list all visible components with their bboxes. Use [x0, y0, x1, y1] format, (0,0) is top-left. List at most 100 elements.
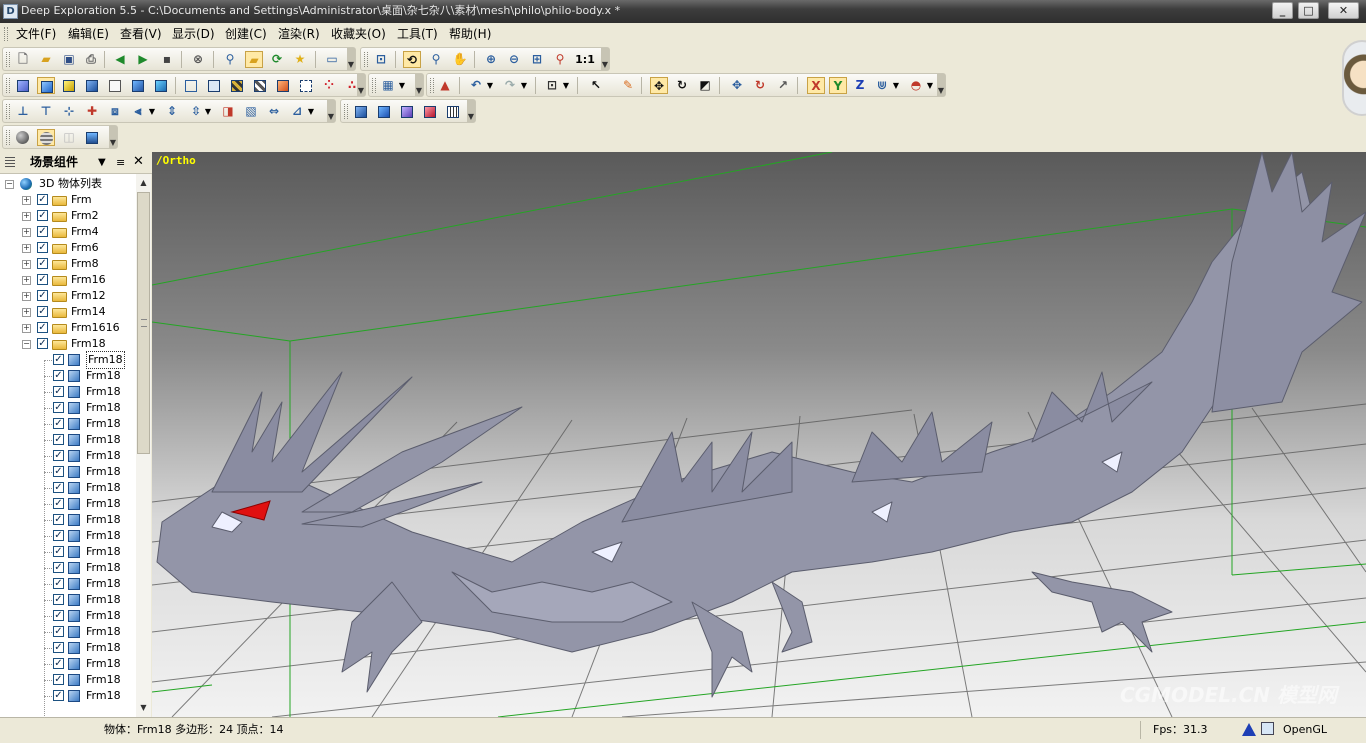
toolbar-overflow-icon[interactable]: ▼ [109, 126, 117, 148]
menu-help[interactable]: 帮助(H) [449, 27, 491, 42]
axis-z-button[interactable]: Z [851, 77, 869, 94]
menu-render[interactable]: 渲染(R) [278, 27, 320, 42]
visibility-checkbox[interactable]: ✓ [37, 274, 48, 285]
visibility-checkbox[interactable]: ✓ [53, 546, 64, 557]
back-icon[interactable]: ◀ [111, 51, 129, 68]
visibility-checkbox[interactable]: ✓ [37, 258, 48, 269]
expand-icon[interactable]: + [22, 260, 31, 269]
wire-cube-icon[interactable] [182, 77, 200, 94]
menu-view[interactable]: 查看(V) [120, 27, 162, 42]
visibility-checkbox[interactable]: ✓ [53, 498, 64, 509]
zoom-in-icon[interactable]: ⊕ [482, 51, 500, 68]
visibility-checkbox[interactable]: ✓ [53, 530, 64, 541]
visibility-checkbox[interactable]: ✓ [53, 626, 64, 637]
measure-dropdown-icon[interactable]: ▼ [306, 103, 316, 120]
preview-icon[interactable]: ⊡ [372, 51, 390, 68]
visibility-checkbox[interactable]: ✓ [37, 226, 48, 237]
plane-icon[interactable]: ◫ [60, 129, 78, 146]
zoom-out-icon[interactable]: ⊖ [505, 51, 523, 68]
close-button[interactable]: ✕ [1328, 2, 1359, 19]
smooth-shaded-icon[interactable] [37, 77, 55, 94]
mirror-icon[interactable]: ⫷ [129, 103, 147, 120]
visibility-checkbox[interactable]: ✓ [53, 594, 64, 605]
scroll-down-icon[interactable]: ▼ [137, 701, 150, 715]
visibility-checkbox[interactable]: ✓ [37, 322, 48, 333]
maximize-button[interactable]: □ [1298, 2, 1319, 19]
favorite-star-icon[interactable]: ★ [291, 51, 309, 68]
move-icon[interactable]: ✥ [650, 77, 668, 94]
visibility-checkbox[interactable]: ✓ [53, 610, 64, 621]
toolbar-overflow-icon[interactable]: ▼ [937, 74, 945, 96]
toolbar-overflow-icon[interactable]: ▼ [327, 100, 335, 122]
sphere-icon[interactable] [14, 129, 32, 146]
monitor-icon[interactable] [1261, 722, 1274, 735]
grid-icon[interactable]: ▦ [379, 77, 397, 94]
visibility-checkbox[interactable]: ✓ [53, 370, 64, 381]
visibility-checkbox[interactable]: ✓ [53, 578, 64, 589]
folders-icon[interactable]: ▰ [245, 51, 263, 68]
camera-icon[interactable]: ▪ [158, 51, 176, 68]
wire-box-icon[interactable] [444, 103, 462, 120]
globe-icon[interactable] [37, 129, 55, 146]
menubar-grip[interactable] [4, 27, 8, 41]
bounding-box-icon[interactable] [297, 77, 315, 94]
find-icon[interactable]: ⚲ [221, 51, 239, 68]
light-icon[interactable]: ◓ [907, 77, 925, 94]
blue-box-icon[interactable] [375, 103, 393, 120]
paint-bucket-icon[interactable]: ▲ [436, 77, 454, 94]
toolbar-overflow-icon[interactable]: ▼ [415, 74, 423, 96]
hidden-line-cube-icon[interactable] [205, 77, 223, 94]
pointer-icon[interactable]: ↖ [587, 77, 605, 94]
new-file-icon[interactable]: 🗋 [14, 51, 32, 68]
move-object-icon[interactable]: ✥ [728, 77, 746, 94]
expand-icon[interactable]: + [22, 212, 31, 221]
visibility-checkbox[interactable]: ✓ [53, 450, 64, 461]
visibility-checkbox[interactable]: ✓ [53, 674, 64, 685]
visibility-checkbox[interactable]: ✓ [53, 690, 64, 701]
split-icon[interactable]: ◨ [219, 103, 237, 120]
outline-cube-icon[interactable] [106, 77, 124, 94]
expand-icon[interactable]: + [22, 276, 31, 285]
textured-cube-icon[interactable] [129, 77, 147, 94]
box-primitive-icon[interactable] [352, 103, 370, 120]
blue-cube-icon[interactable] [83, 77, 101, 94]
purple-box-icon[interactable] [398, 103, 416, 120]
visibility-checkbox[interactable]: ✓ [53, 642, 64, 653]
layered-box-icon[interactable] [83, 129, 101, 146]
visibility-checkbox[interactable]: ✓ [53, 658, 64, 669]
save-icon[interactable]: ▣ [60, 51, 78, 68]
collapse-icon[interactable]: − [5, 180, 14, 189]
scale-icon[interactable]: ◩ [696, 77, 714, 94]
align-box-icon[interactable]: ⧈ [106, 103, 124, 120]
visibility-checkbox[interactable]: ✓ [37, 338, 48, 349]
panel-close-icon[interactable]: ✕ [133, 154, 144, 169]
visibility-checkbox[interactable]: ✓ [37, 194, 48, 205]
visibility-checkbox[interactable]: ✓ [37, 242, 48, 253]
lit-cube-icon[interactable] [152, 77, 170, 94]
pencil-icon[interactable]: ✎ [619, 77, 637, 94]
select-dropdown-icon[interactable]: ▼ [561, 77, 571, 94]
expand-icon[interactable]: + [22, 324, 31, 333]
menu-favorites[interactable]: 收藏夹(O) [331, 27, 386, 42]
expand-icon[interactable]: − [22, 340, 31, 349]
shaded-cube-icon[interactable] [14, 77, 32, 94]
dark-cube-icon[interactable] [251, 77, 269, 94]
align-bottom-icon[interactable]: ⊥ [14, 103, 32, 120]
open-folder-icon[interactable]: ▰ [37, 51, 55, 68]
undo-icon[interactable]: ↶ [467, 77, 485, 94]
minimize-button[interactable]: _ [1272, 2, 1293, 19]
light-dropdown-icon[interactable]: ▼ [925, 77, 935, 94]
toolbar-overflow-icon[interactable]: ▼ [601, 48, 609, 70]
tree-scrollbar[interactable]: ▲ ▼ [136, 174, 151, 717]
flip-vertical-icon[interactable]: ⇕ [163, 103, 181, 120]
stop-icon[interactable]: ⊗ [189, 51, 207, 68]
zoom-region-icon[interactable]: ⚲ [551, 51, 569, 68]
visibility-checkbox[interactable]: ✓ [37, 290, 48, 301]
grid-dropdown-icon[interactable]: ▼ [397, 77, 407, 94]
checker-cube-icon[interactable] [228, 77, 246, 94]
gold-cube-icon[interactable] [60, 77, 78, 94]
expand-icon[interactable]: + [22, 292, 31, 301]
expand-icon[interactable]: + [22, 244, 31, 253]
print-icon[interactable]: ⎙ [82, 51, 100, 68]
panel-grip-icon[interactable] [5, 157, 15, 167]
